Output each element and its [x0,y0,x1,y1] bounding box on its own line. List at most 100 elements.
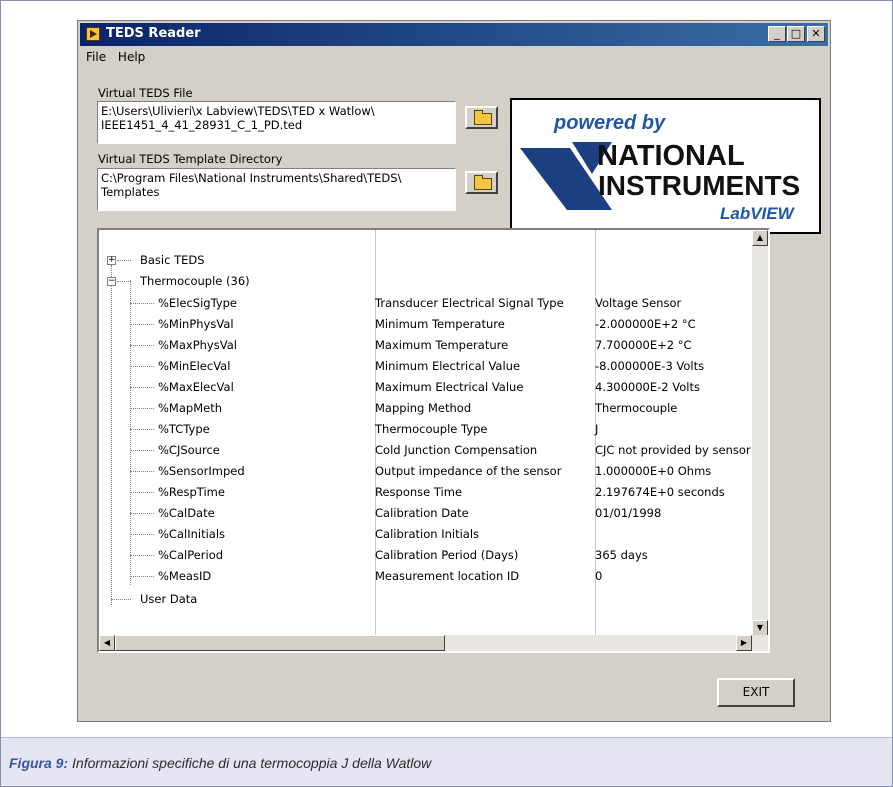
parameter-name: %MaxPhysVal [158,338,237,352]
table-row[interactable]: %RespTime Response Time 2.197674E+0 seco… [99,482,752,503]
parameter-name: %MapMeth [158,401,222,415]
parameter-name: %CalDate [158,506,215,520]
scroll-left-button[interactable]: ◀ [99,635,115,651]
vertical-scrollbar[interactable]: ▲ ▼ [752,230,768,636]
tree-node-label: Basic TEDS [140,253,205,267]
table-row[interactable]: %CJSource Cold Junction Compensation CJC… [99,440,752,461]
folder-icon [474,110,492,125]
collapse-icon[interactable]: − [107,277,116,286]
parameter-value: J [595,422,599,436]
table-row[interactable]: %CalPeriod Calibration Period (Days) 365… [99,545,752,566]
table-row[interactable]: %MapMeth Mapping Method Thermocouple [99,398,752,419]
parameter-value: -2.000000E+2 °C [595,317,696,331]
parameter-description: Measurement location ID [375,569,520,583]
folder-icon [474,175,492,190]
parameter-name: %RespTime [158,485,225,499]
exit-button[interactable]: EXIT [717,678,795,707]
parameter-name: %SensorImped [158,464,245,478]
tree-connector [117,281,131,282]
tree-connector [117,260,131,261]
maximize-button[interactable]: □ [787,26,805,42]
logo-labview: LabVIEW [720,204,796,223]
horizontal-scroll-thumb[interactable] [115,635,445,651]
logo-national: NATIONAL [597,140,745,172]
parameter-description: Minimum Temperature [375,317,505,331]
menu-file[interactable]: File [82,48,110,66]
parameter-name: %CJSource [158,443,220,457]
minimize-button[interactable]: _ [768,26,786,42]
parameter-name: %MinPhysVal [158,317,234,331]
parameter-value: 2.197674E+0 seconds [595,485,725,499]
table-row[interactable]: %MaxElecVal Maximum Electrical Value 4.3… [99,377,752,398]
tree-node-user-data[interactable]: User Data [99,589,752,610]
parameter-value: -8.000000E-3 Volts [595,359,705,373]
parameter-value: 01/01/1998 [595,506,662,520]
tree-connector [130,471,154,472]
tree-connector [130,555,154,556]
logo-powered-by: powered by [553,112,666,134]
horizontal-scrollbar[interactable]: ◀ ▶ [99,635,768,651]
tree-connector [130,408,154,409]
table-row[interactable]: %MaxPhysVal Maximum Temperature 7.700000… [99,335,752,356]
caption-label: Figura 9: [9,755,69,771]
tree-connector [130,534,154,535]
menu-help[interactable]: Help [114,48,149,66]
scroll-down-button[interactable]: ▼ [752,620,768,636]
parameter-name: %CalPeriod [158,548,224,562]
template-dir-path-field[interactable]: C:\Program Files\National Instruments\Sh… [97,168,456,211]
tree-connector [130,366,154,367]
browse-directory-button[interactable] [465,171,498,194]
scroll-up-button[interactable]: ▲ [752,230,768,246]
parameter-name: %MaxElecVal [158,380,234,394]
table-row[interactable]: %SensorImped Output impedance of the sen… [99,461,752,482]
parameter-description: Minimum Electrical Value [375,359,521,373]
tree-connector [111,599,131,600]
table-row[interactable]: %MinElecVal Minimum Electrical Value -8.… [99,356,752,377]
virtual-file-path-field[interactable]: E:\Users\Ulivieri\x Labview\TEDS\TED x W… [97,101,456,144]
logo-instruments: INSTRUMENTS [598,170,800,201]
tree-connector [130,345,154,346]
tree-connector [130,450,154,451]
title-bar[interactable]: TEDS Reader _ □ ✕ [80,23,828,46]
parameter-name: %TCType [158,422,210,436]
template-dir-label: Virtual TEDS Template Directory [98,152,283,166]
table-row[interactable]: %MinPhysVal Minimum Temperature -2.00000… [99,314,752,335]
expand-icon[interactable]: + [107,256,116,265]
tree-connector [130,513,154,514]
parameter-value: 7.700000E+2 °C [595,338,692,352]
ni-logo: powered by NATIONAL INSTRUMENTS LabVIEW [510,98,821,234]
table-row[interactable]: %ElecSigType Transducer Electrical Signa… [99,293,752,314]
close-button[interactable]: ✕ [807,26,825,42]
tree-node-label: User Data [140,592,198,606]
parameter-description: Response Time [375,485,463,499]
teds-reader-window: TEDS Reader _ □ ✕ File Help Virtual TEDS… [77,20,831,722]
table-row[interactable]: %CalDate Calibration Date 01/01/1998 [99,503,752,524]
parameter-value: 1.000000E+0 Ohms [595,464,712,478]
parameter-value: CJC not provided by sensor [595,443,751,457]
tree-node-thermocouple[interactable]: − Thermocouple (36) [99,271,752,292]
table-row[interactable]: %TCType Thermocouple Type J [99,419,752,440]
parameter-value: Voltage Sensor [595,296,682,310]
parameter-value: Thermocouple [595,401,678,415]
scroll-right-button[interactable]: ▶ [736,635,752,651]
parameter-description: Transducer Electrical Signal Type [375,296,564,310]
table-row[interactable]: %CalInitials Calibration Initials [99,524,752,545]
table-row[interactable]: %MeasID Measurement location ID 0 [99,566,752,587]
menu-bar: File Help [82,48,149,68]
teds-tree-table[interactable]: + Basic TEDS − Thermocouple (36) %ElecSi… [97,228,770,653]
browse-file-button[interactable] [465,106,498,129]
parameter-description: Calibration Initials [375,527,480,541]
tree-connector [130,576,154,577]
parameter-description: Maximum Temperature [375,338,509,352]
caption-body: Informazioni specifiche di una termocopp… [72,755,432,771]
ni-logo-graphic: powered by NATIONAL INSTRUMENTS LabVIEW [520,112,800,223]
tree-connector [130,492,154,493]
parameter-description: Mapping Method [375,401,472,415]
tree-node-label: Thermocouple (36) [140,274,250,288]
tree-node-basic-teds[interactable]: + Basic TEDS [99,250,752,271]
parameter-value: 365 days [595,548,648,562]
parameter-value: 4.300000E-2 Volts [595,380,700,394]
window-title: TEDS Reader [106,26,201,41]
tree-connector [130,324,154,325]
parameter-value: 0 [595,569,603,583]
